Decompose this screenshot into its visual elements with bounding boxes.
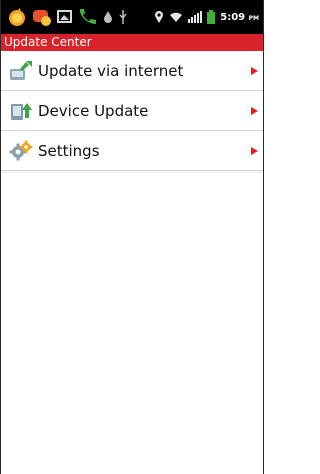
clock-ampm: PM — [248, 14, 259, 22]
menu-item-label: Device Update — [38, 101, 149, 120]
menu-item-update-via-internet[interactable]: Update via internet — [1, 51, 263, 93]
wifi-icon — [170, 12, 183, 22]
clock: 5:09 PM — [220, 12, 259, 23]
chevron-right-icon — [251, 106, 258, 115]
notification-app-icon — [9, 8, 25, 26]
status-bar-right: 5:09 PM — [154, 10, 259, 24]
menu-item-device-update[interactable]: Device Update — [1, 91, 263, 133]
title-bar: Update Center — [1, 34, 263, 51]
status-bar-left — [7, 7, 154, 27]
chevron-right-icon — [251, 66, 258, 75]
notification-image-icon — [57, 10, 72, 23]
menu-item-label: Settings — [38, 141, 100, 160]
status-bar: 5:09 PM — [1, 0, 263, 34]
notification-chat-icon — [33, 10, 51, 26]
page-title: Update Center — [4, 35, 92, 49]
usb-icon — [119, 10, 127, 24]
notification-phone-icon — [80, 9, 96, 24]
divider — [1, 171, 263, 173]
clock-time: 5:09 — [220, 11, 246, 23]
location-pin-icon — [155, 11, 164, 23]
gear-icon — [9, 140, 33, 160]
internet-update-icon — [10, 60, 32, 80]
menu-list: Update via internet Device Update Settin… — [1, 51, 263, 173]
notification-drop-icon — [104, 11, 112, 23]
chevron-right-icon — [251, 146, 258, 155]
menu-item-settings[interactable]: Settings — [1, 131, 263, 173]
menu-item-label: Update via internet — [38, 61, 184, 80]
device-update-icon — [11, 102, 32, 120]
signal-icon — [188, 11, 203, 23]
phone-screen: 5:09 PM Update Center Update via interne… — [0, 0, 264, 474]
battery-icon — [207, 10, 216, 24]
